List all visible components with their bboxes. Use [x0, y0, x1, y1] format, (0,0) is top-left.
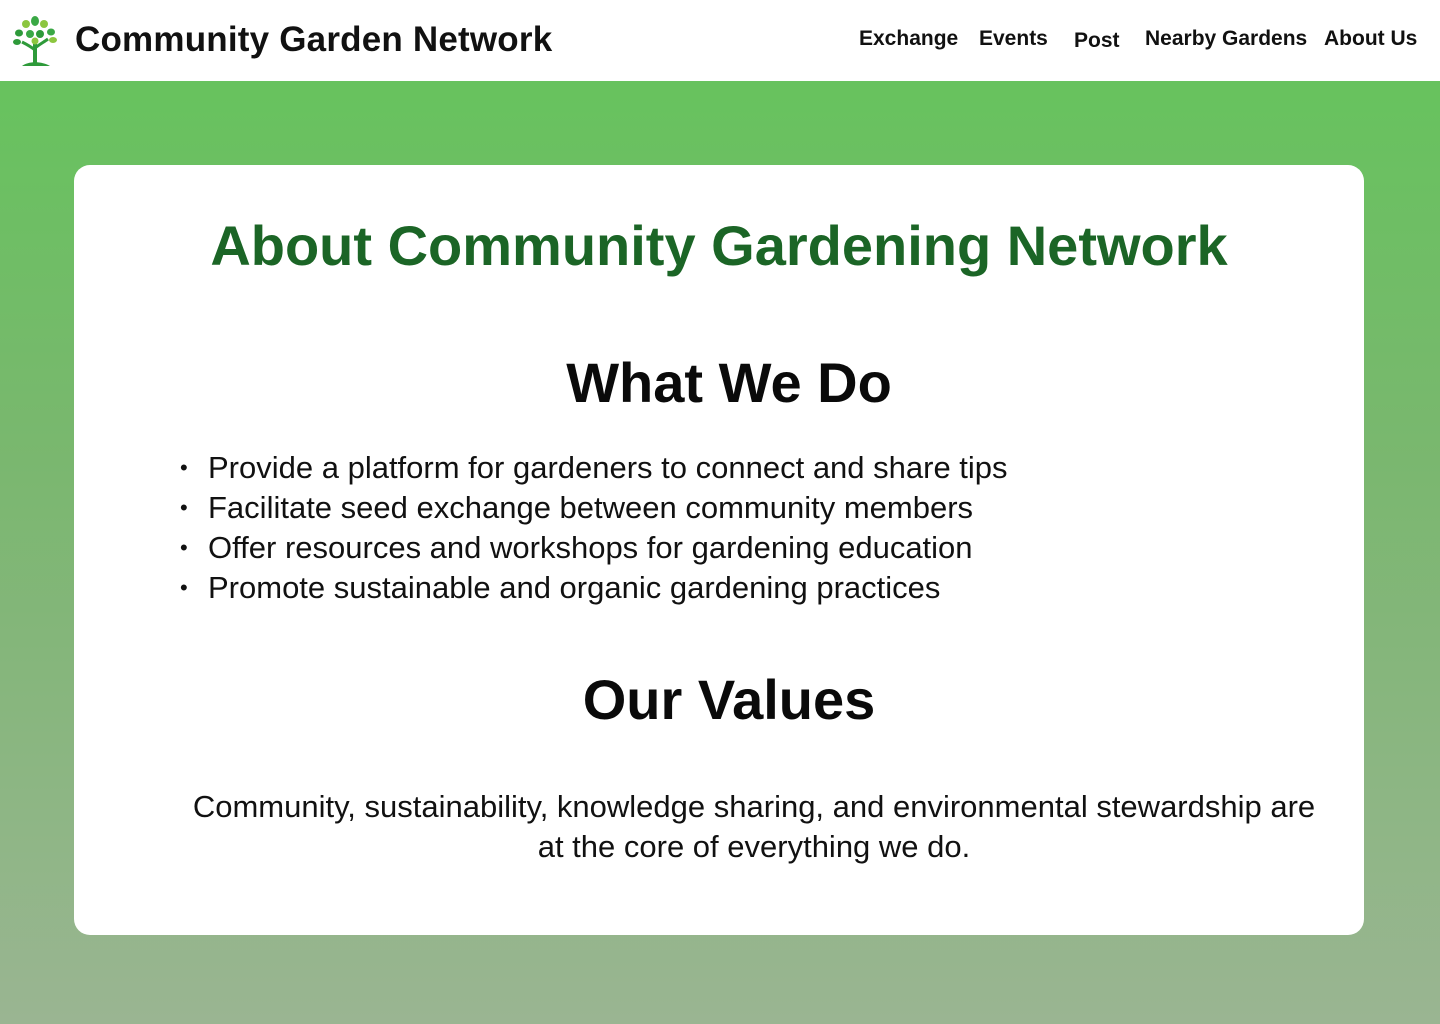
nav-events-link[interactable]: Events — [979, 27, 1048, 51]
list-item: • Facilitate seed exchange between commu… — [178, 488, 1008, 528]
list-item: • Offer resources and workshops for gard… — [178, 528, 1008, 568]
nav-nearby-gardens-link[interactable]: Nearby Gardens — [1145, 27, 1307, 51]
nav-about-us-link[interactable]: About Us — [1324, 27, 1417, 51]
page-title: About Community Gardening Network — [210, 214, 1228, 277]
bullet-icon: • — [180, 495, 188, 520]
nav-post-link[interactable]: Post — [1074, 29, 1120, 53]
bullet-icon: • — [180, 575, 188, 600]
main-nav: Exchange Events Post Nearby Gardens Abou… — [0, 27, 1440, 57]
list-item-text: Provide a platform for gardeners to conn… — [208, 450, 1008, 485]
nav-exchange-link[interactable]: Exchange — [859, 27, 958, 51]
list-item-text: Offer resources and workshops for garden… — [208, 530, 973, 565]
about-card: About Community Gardening Network What W… — [74, 165, 1364, 935]
bullet-icon: • — [180, 535, 188, 560]
our-values-text: Community, sustainability, knowledge sha… — [192, 789, 1316, 864]
our-values-heading: Our Values — [582, 668, 876, 731]
list-item: • Provide a platform for gardeners to co… — [178, 448, 1008, 488]
list-item-text: Promote sustainable and organic gardenin… — [208, 570, 941, 605]
bullet-icon: • — [180, 455, 188, 480]
site-header: Community Garden Network Exchange Events… — [0, 0, 1440, 81]
what-we-do-list: • Provide a platform for gardeners to co… — [178, 448, 1008, 608]
list-item-text: Facilitate seed exchange between communi… — [208, 490, 974, 525]
list-item: • Promote sustainable and organic garden… — [178, 568, 1008, 608]
what-we-do-heading: What We Do — [566, 351, 892, 414]
